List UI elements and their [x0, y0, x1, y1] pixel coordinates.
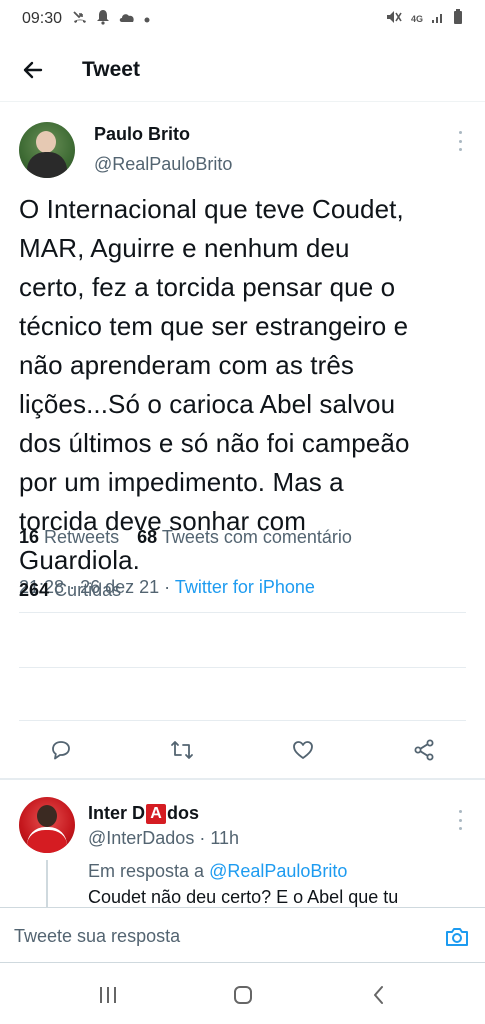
retweets-stat[interactable]: 16 Retweets: [19, 527, 119, 547]
divider: [19, 720, 466, 721]
tweet-text: O Internacional que teve Coudet, MAR, Ag…: [19, 194, 410, 575]
action-bar: [0, 729, 485, 771]
tweet-source-link[interactable]: Twitter for iPhone: [175, 577, 315, 597]
likes-stat[interactable]: 264 Curtidas: [19, 580, 121, 600]
more-dot-icon: [458, 131, 462, 134]
more-options-button[interactable]: [452, 131, 468, 151]
reply-button[interactable]: [46, 735, 76, 765]
reply-more-options-button[interactable]: [452, 810, 468, 830]
reply-to-line: Em resposta a @RealPauloBrito: [88, 861, 348, 881]
mute-icon: [385, 9, 403, 30]
likes-row: 264 Curtidas: [19, 580, 121, 601]
signal-icon: [431, 10, 445, 29]
back-nav-button[interactable]: [365, 981, 393, 1009]
divider: [19, 612, 466, 613]
recent-apps-button[interactable]: [94, 981, 122, 1009]
cloud-icon: [118, 10, 136, 29]
reply-avatar[interactable]: [19, 797, 75, 853]
home-icon: [234, 986, 252, 1004]
page-title: Tweet: [82, 57, 140, 81]
author-avatar[interactable]: [19, 122, 75, 178]
share-icon: [414, 739, 434, 761]
recent-apps-icon: [100, 987, 116, 1003]
arrow-left-icon: [23, 61, 43, 78]
retweet-button[interactable]: [167, 735, 197, 765]
reply-tweet[interactable]: Inter D Ados @InterDados · 11h Em respost…: [0, 780, 485, 907]
reply-mention-link[interactable]: @RealPauloBrito: [209, 861, 347, 881]
status-bar: 09:30 4G: [0, 0, 485, 38]
camera-icon: [446, 928, 468, 946]
like-button[interactable]: [288, 735, 318, 765]
author-name[interactable]: Paulo Brito: [94, 124, 190, 145]
missed-call-icon: [72, 9, 88, 30]
reply-time: 11h: [210, 828, 240, 848]
battery-icon: [453, 8, 463, 30]
camera-button[interactable]: [443, 923, 471, 951]
status-time: 09:30: [22, 10, 63, 27]
heart-icon: [293, 741, 313, 759]
home-button[interactable]: [229, 981, 257, 1009]
stats-row: 16 Retweets 68 Tweets com comentário: [19, 527, 352, 548]
quotes-stat[interactable]: 68 Tweets com comentário: [137, 527, 352, 547]
reply-author-handle: @InterDados · 11h: [88, 828, 240, 848]
retweet-icon: [171, 741, 193, 759]
thread-line: [46, 860, 48, 907]
reply-author-name[interactable]: Inter D Ados: [88, 803, 199, 824]
dot-icon: [144, 10, 150, 28]
share-button[interactable]: [409, 735, 439, 765]
back-button[interactable]: [18, 55, 48, 85]
notification-bell-icon: [96, 9, 110, 30]
network-type-icon: 4G: [410, 14, 423, 24]
reply-text: Coudet não deu certo? E o Abel que tu: [88, 887, 399, 907]
reply-input[interactable]: [14, 922, 414, 950]
system-navigation-bar: [0, 963, 485, 1024]
app-header: Tweet: [0, 38, 485, 102]
author-handle[interactable]: @RealPauloBrito: [94, 154, 232, 175]
chevron-left-icon: [374, 986, 383, 1004]
reply-icon: [52, 741, 70, 760]
divider: [19, 667, 466, 668]
reply-compose-bar: [0, 907, 485, 963]
